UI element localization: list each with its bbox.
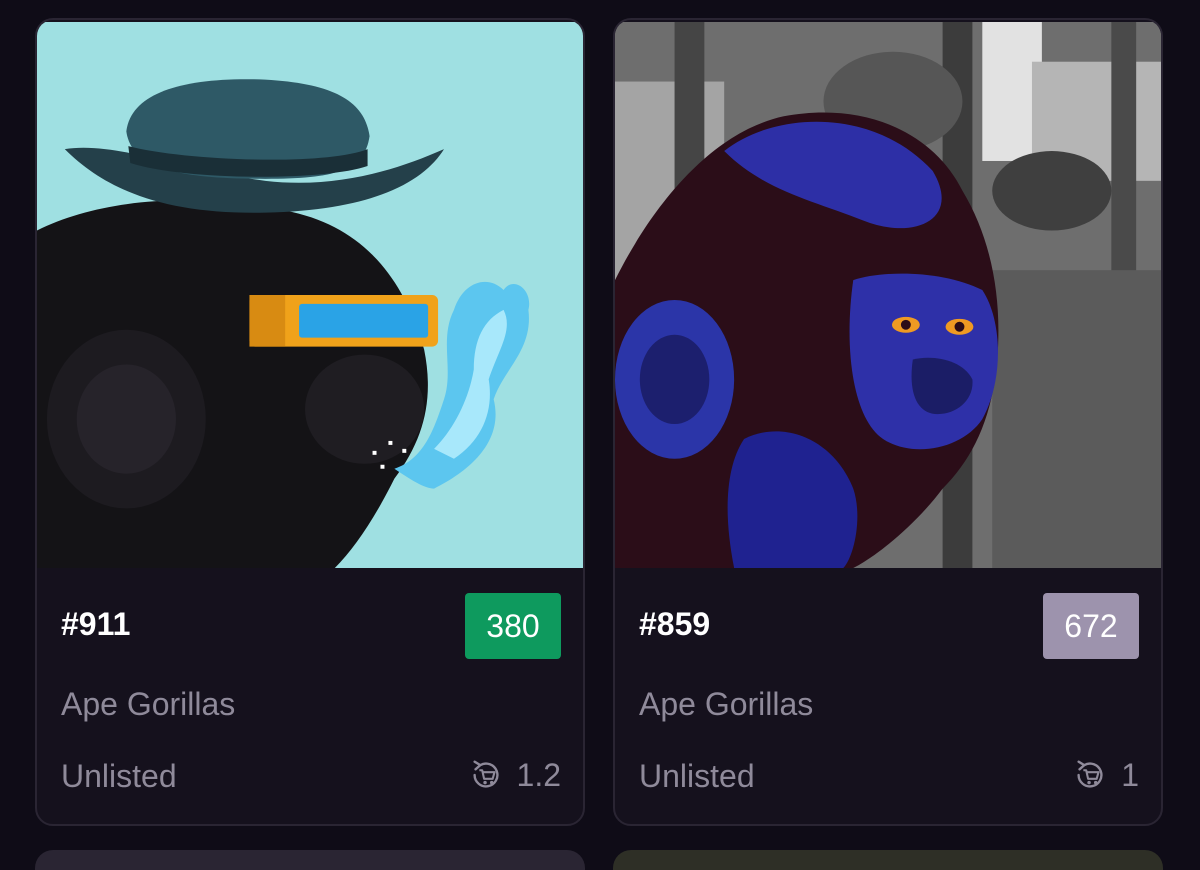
last-sale-price: 1.2 [467,756,561,794]
nft-card[interactable]: #911 380 Ape Gorillas Unlisted 1.2 [35,18,585,826]
collection-name[interactable]: Ape Gorillas [61,686,235,723]
cart-history-icon [1077,760,1103,788]
price-value: 1.2 [516,756,561,793]
next-card-peek [613,850,1163,870]
listing-status: Unlisted [639,758,755,794]
token-id: #859 [639,606,711,642]
token-id: #911 [61,606,131,642]
nft-card[interactable]: #859 672 Ape Gorillas Unlisted 1 [613,18,1163,826]
rarity-rank-badge: 380 [465,593,561,659]
cart-history-icon [472,760,499,788]
listing-status: Unlisted [61,758,177,794]
gorilla-bowler-hat-visor-nft-image [37,22,583,568]
nft-image[interactable] [615,20,1161,570]
next-card-peek [35,850,585,870]
gorilla-forest-nft-image [615,22,1161,569]
rarity-rank-badge: 672 [1043,593,1139,659]
collection-name[interactable]: Ape Gorillas [639,686,813,723]
price-value: 1 [1121,756,1139,793]
last-sale-price: 1 [1071,756,1139,794]
nft-image[interactable] [37,20,583,570]
